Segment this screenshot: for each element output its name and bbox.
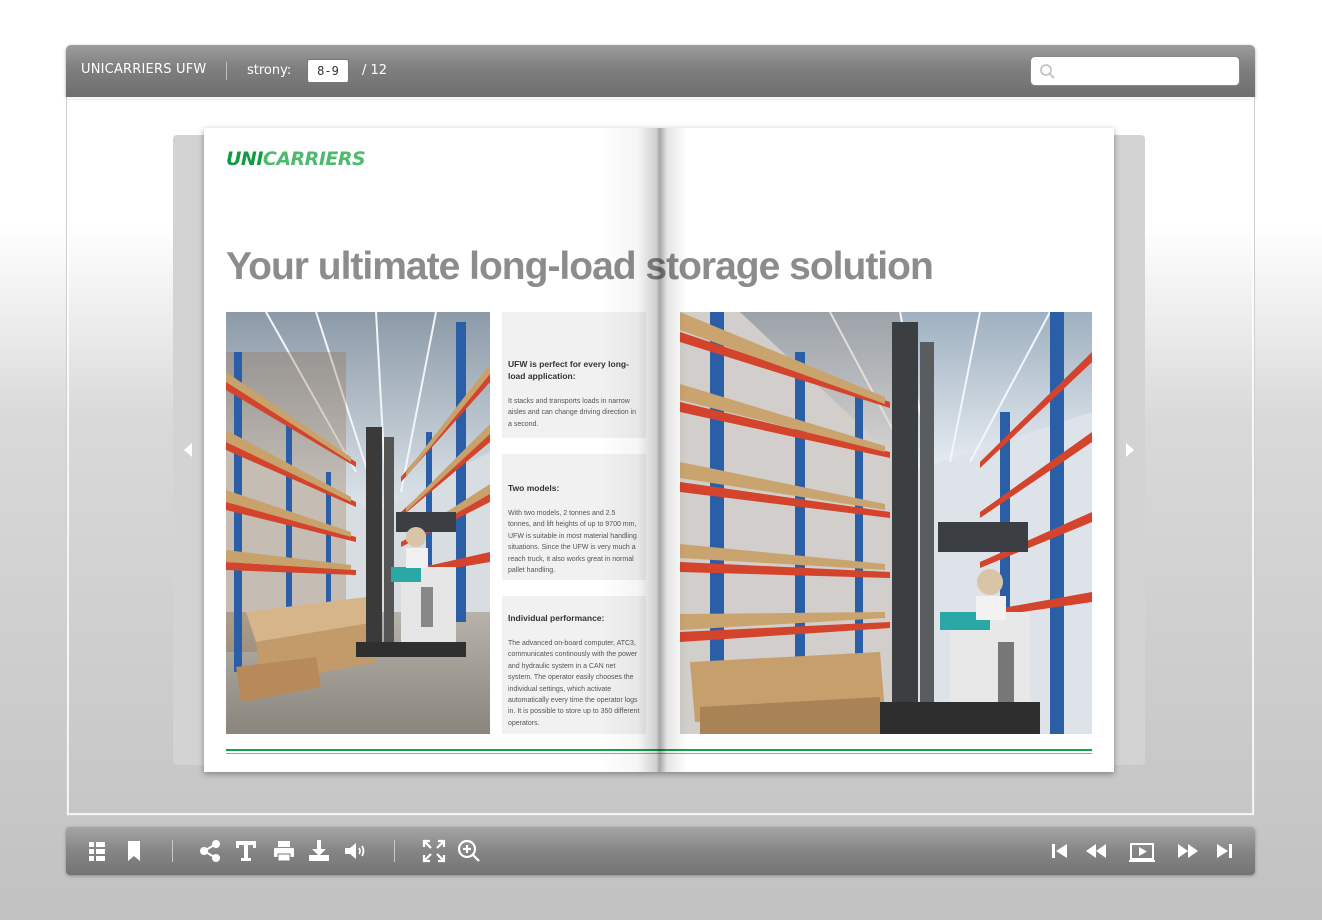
search-input[interactable]	[1030, 56, 1240, 86]
feature-heading: Two models:	[508, 483, 560, 493]
feature-block: Two models: With two models, 2 tonnes an…	[502, 454, 646, 580]
fullscreen-icon[interactable]	[422, 839, 446, 863]
previous-spread-arrow-icon[interactable]	[182, 440, 194, 460]
warehouse-forklift-photo-left	[226, 312, 490, 734]
feature-text-column: UFW is perfect for every long-load appli…	[502, 312, 646, 750]
toolbar-divider	[226, 62, 227, 80]
toolbar-divider	[394, 840, 395, 862]
feature-block: Individual performance: The advanced on-…	[502, 596, 646, 734]
feature-heading: UFW is perfect for every long-load appli…	[508, 359, 629, 381]
toolbar-divider	[172, 840, 173, 862]
page-number-input[interactable]: 8-9	[307, 59, 349, 83]
print-icon[interactable]	[272, 839, 296, 863]
sound-icon[interactable]	[343, 839, 367, 863]
page-headline: Your ultimate long-load storage solution	[226, 245, 934, 288]
next-spread-arrow-icon[interactable]	[1124, 440, 1136, 460]
footer-green-line-thin	[226, 753, 1092, 754]
bottom-toolbar	[66, 827, 1255, 875]
feature-body: It stacks and transports loads in narrow…	[508, 398, 637, 428]
feature-block: UFW is perfect for every long-load appli…	[502, 312, 646, 438]
feature-body: With two models, 2 tonnes and 2.5 tonnes…	[508, 510, 637, 575]
previous-page-icon[interactable]	[1084, 839, 1108, 863]
search-icon	[1040, 64, 1055, 79]
download-icon[interactable]	[307, 839, 331, 863]
feature-heading: Individual performance:	[508, 613, 605, 623]
top-toolbar: UNICARRIERS UFW strony: 8-9 / 12	[66, 45, 1255, 97]
text-icon[interactable]	[234, 839, 258, 863]
next-page-icon[interactable]	[1176, 839, 1200, 863]
feature-body: The advanced on-board computer, ATC3, co…	[508, 640, 640, 727]
zoom-in-icon[interactable]	[457, 839, 481, 863]
first-page-icon[interactable]	[1048, 839, 1072, 863]
share-icon[interactable]	[198, 839, 222, 863]
publication-title: UNICARRIERS UFW	[81, 62, 207, 77]
last-page-icon[interactable]	[1212, 839, 1236, 863]
thumbnails-icon[interactable]	[86, 839, 110, 863]
slideshow-icon[interactable]	[1128, 839, 1156, 863]
total-pages: / 12	[362, 63, 388, 78]
book-spread[interactable]: UNICARRIERS Your ultimate long-load stor…	[204, 128, 1114, 772]
pages-label: strony:	[247, 63, 292, 78]
unicarriers-logo: UNICARRIERS	[226, 148, 366, 170]
bookmark-icon[interactable]	[122, 839, 146, 863]
footer-green-line	[226, 749, 1092, 751]
warehouse-forklift-photo-right	[680, 312, 1092, 734]
